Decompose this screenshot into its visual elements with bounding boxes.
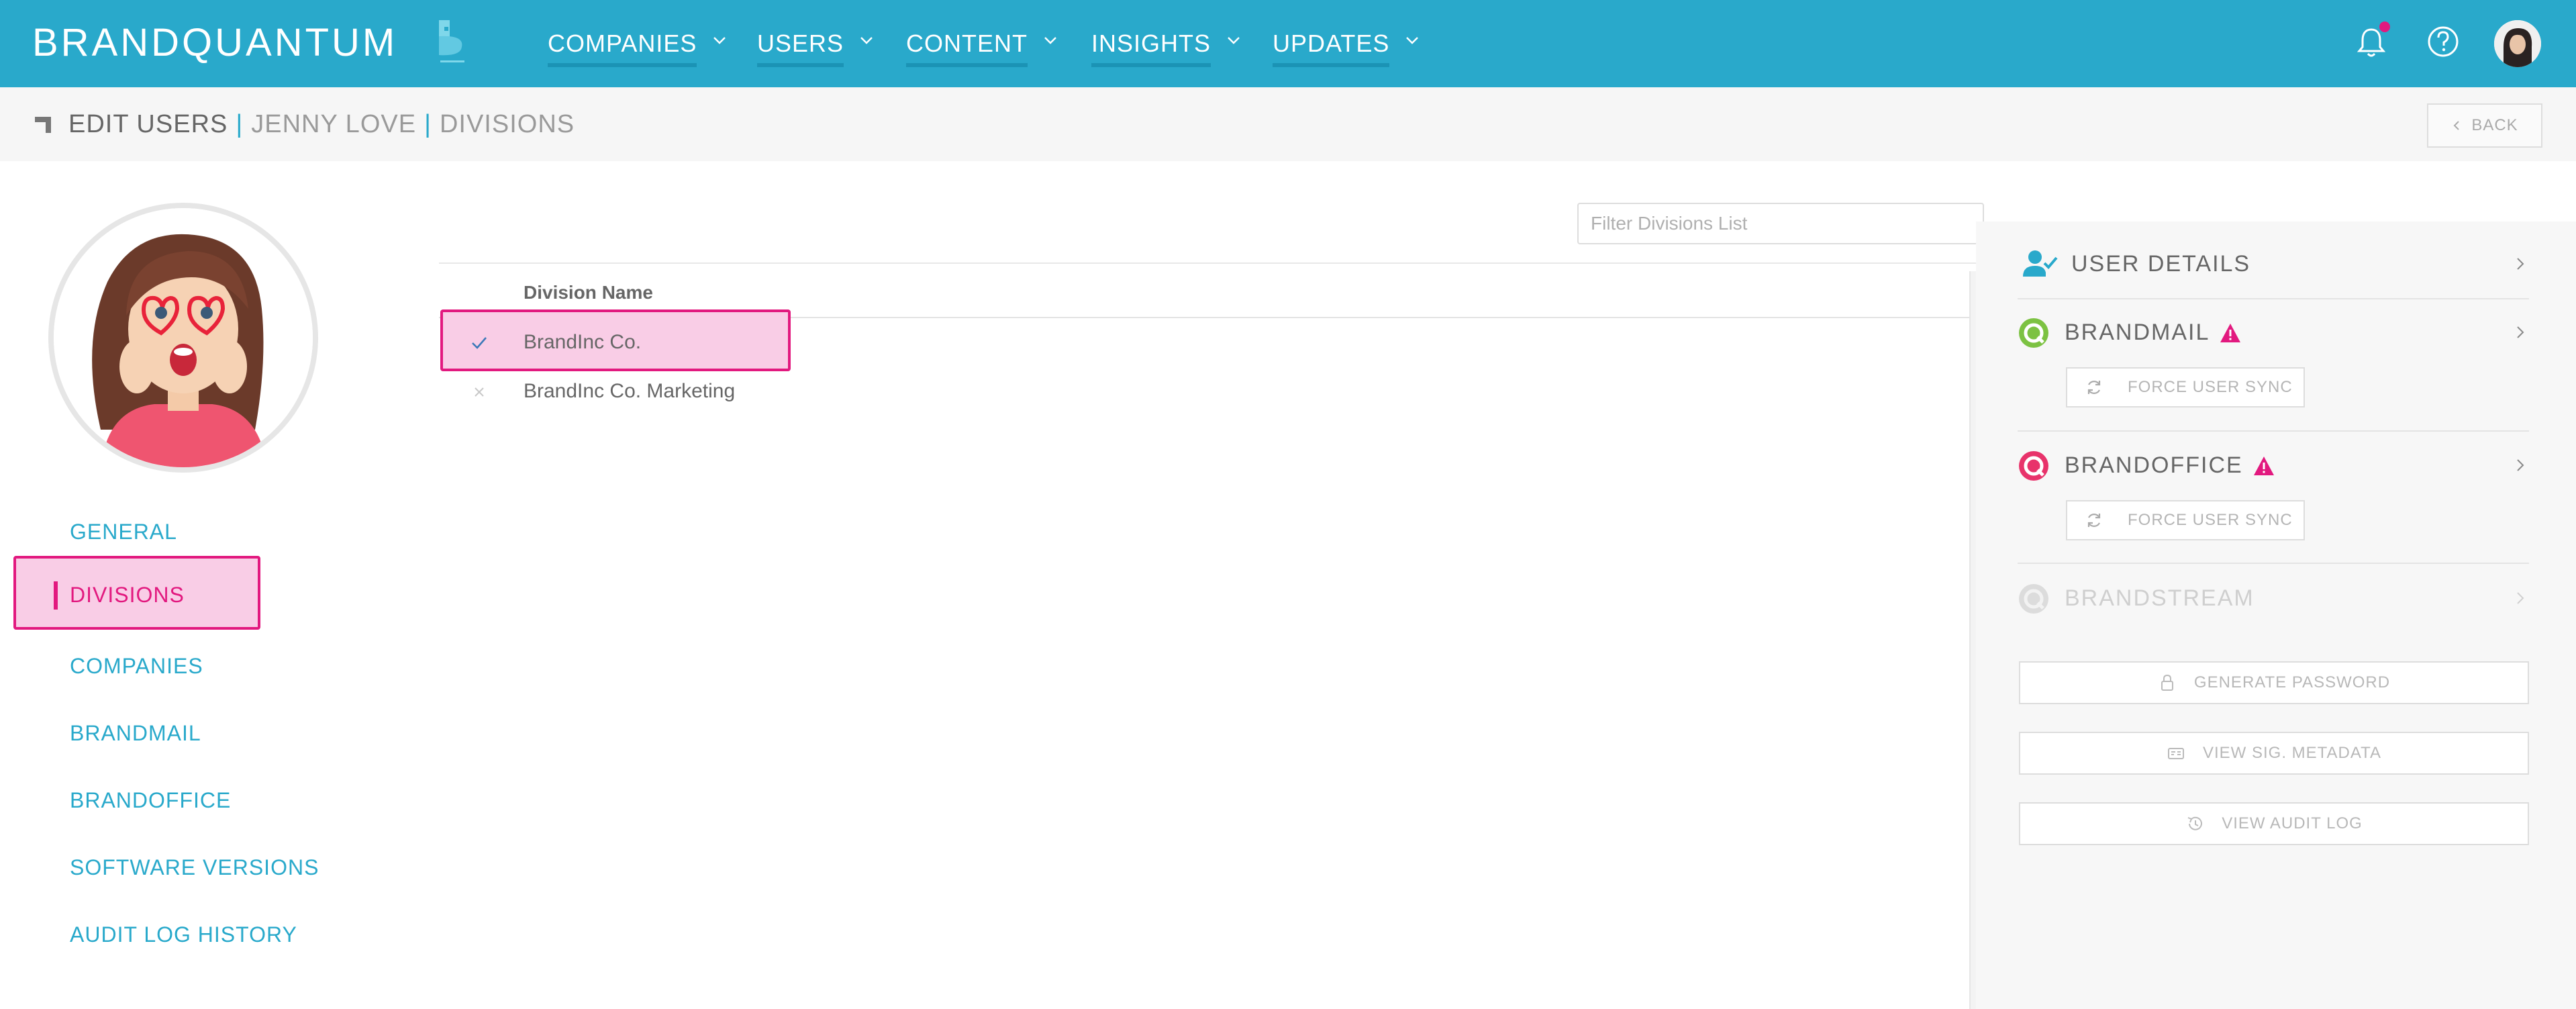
brand-logo-text[interactable]: BRANDQUANTUM	[32, 20, 397, 65]
breadcrumb-bar: EDIT USERS | JENNY LOVE | DIVISIONS BACK	[0, 87, 2576, 161]
nav-companies[interactable]: COMPANIES	[548, 30, 728, 67]
breadcrumb-user[interactable]: JENNY LOVE	[251, 110, 416, 138]
profile-avatar	[48, 203, 318, 473]
table-row[interactable]: BrandInc Co.	[439, 319, 1446, 367]
user-check-icon	[2023, 250, 2058, 277]
brandoffice-label: BRANDOFFICE	[2065, 452, 2243, 478]
view-audit-log-label: VIEW AUDIT LOG	[2222, 814, 2363, 832]
notification-dot	[2379, 21, 2390, 32]
chevron-right-icon	[2517, 459, 2524, 471]
check-icon[interactable]	[470, 334, 489, 352]
division-name: BrandInc Co. Marketing	[524, 380, 736, 402]
brandstream-icon	[2019, 584, 2048, 614]
sidebar-item-software-versions[interactable]: SOFTWARE VERSIONS	[70, 855, 319, 880]
view-audit-log-button[interactable]: VIEW AUDIT LOG	[2019, 802, 2529, 845]
avatar-photo-icon	[2494, 20, 2541, 67]
user-avatar[interactable]	[2494, 20, 2541, 67]
table-top-divider	[439, 262, 1984, 264]
breadcrumb-section[interactable]: EDIT USERS	[68, 110, 228, 138]
chevron-down-icon	[1406, 37, 1419, 44]
nav-content-label: CONTENT	[906, 30, 1028, 67]
section-divider	[2018, 298, 2529, 299]
sidebar-item-divisions-label: DIVISIONS	[70, 583, 185, 607]
force-sync-label: FORCE USER SYNC	[2128, 378, 2293, 396]
section-divider	[2018, 430, 2529, 432]
column-header-division-name[interactable]: Division Name	[524, 282, 653, 303]
division-name: BrandInc Co.	[524, 331, 642, 353]
nav-insights-label: INSIGHTS	[1091, 30, 1211, 67]
nav-updates-label: UPDATES	[1273, 30, 1390, 67]
breadcrumb-separator: |	[424, 110, 432, 138]
x-icon[interactable]	[470, 383, 489, 401]
warning-icon	[2220, 323, 2241, 342]
breadcrumb: EDIT USERS | JENNY LOVE | DIVISIONS	[68, 110, 575, 139]
chevron-right-icon	[2517, 258, 2524, 270]
force-sync-label: FORCE USER SYNC	[2128, 511, 2293, 529]
generate-password-button[interactable]: GENERATE PASSWORD	[2019, 661, 2529, 704]
brandoffice-icon	[2019, 451, 2048, 481]
nav-users-label: USERS	[757, 30, 844, 67]
brandoffice-force-sync-button[interactable]: FORCE USER SYNC	[2066, 500, 2305, 540]
brandmail-row[interactable]: BRANDMAIL	[2018, 317, 2529, 350]
nav-companies-label: COMPANIES	[548, 30, 697, 67]
lock-icon	[2161, 674, 2173, 691]
generate-password-label: GENERATE PASSWORD	[2193, 673, 2391, 691]
nav-updates[interactable]: UPDATES	[1273, 30, 1420, 67]
brandmail-icon	[2019, 318, 2048, 348]
chevron-down-icon	[1044, 37, 1056, 44]
sync-icon	[2087, 381, 2101, 394]
corner-bracket-icon	[35, 117, 51, 133]
back-button[interactable]: BACK	[2427, 103, 2542, 148]
view-sig-metadata-button[interactable]: VIEW SIG. METADATA	[2019, 732, 2529, 775]
brandmail-label: BRANDMAIL	[2065, 320, 2210, 345]
user-details-row[interactable]: USER DETAILS	[2018, 248, 2529, 282]
chevron-down-icon	[1228, 37, 1240, 44]
breadcrumb-separator: |	[236, 110, 244, 138]
breadcrumb-page: DIVISIONS	[439, 110, 575, 138]
brandstream-row[interactable]: BRANDSTREAM	[2018, 583, 2529, 616]
warning-icon	[2253, 456, 2274, 475]
nav-users[interactable]: USERS	[757, 30, 875, 67]
sidebar-item-companies[interactable]: COMPANIES	[70, 654, 203, 679]
sync-icon	[2087, 514, 2101, 527]
sidebar-item-brandmail[interactable]: BRANDMAIL	[70, 721, 201, 746]
view-sig-metadata-label: VIEW SIG. METADATA	[2202, 744, 2381, 762]
table-row[interactable]: BrandInc Co. Marketing	[439, 368, 1446, 416]
back-button-label: BACK	[2471, 116, 2518, 134]
section-divider	[2018, 563, 2529, 564]
history-icon	[2187, 816, 2203, 830]
cartoon-avatar-icon	[54, 208, 313, 467]
user-details-label: USER DETAILS	[2071, 251, 2251, 277]
active-indicator	[54, 581, 58, 610]
brand-mark-icon	[439, 20, 464, 62]
nav-insights[interactable]: INSIGHTS	[1091, 30, 1242, 67]
brandmail-force-sync-button[interactable]: FORCE USER SYNC	[2066, 367, 2305, 407]
brandoffice-row[interactable]: BRANDOFFICE	[2018, 450, 2529, 483]
chevron-right-icon	[2517, 592, 2524, 604]
sidebar-item-brandoffice[interactable]: BRANDOFFICE	[70, 788, 231, 813]
sidebar-item-divisions[interactable]: DIVISIONS	[13, 556, 260, 630]
chevron-down-icon	[713, 37, 726, 44]
nav-content[interactable]: CONTENT	[906, 30, 1058, 67]
help-icon[interactable]	[2423, 21, 2463, 62]
sidebar-item-audit-log-history[interactable]: AUDIT LOG HISTORY	[70, 922, 297, 947]
sidebar-item-general[interactable]: GENERAL	[70, 520, 177, 544]
brandoffice-title: BRANDOFFICE	[2065, 452, 2275, 479]
filter-divisions-input[interactable]	[1577, 203, 1984, 244]
brandstream-label: BRANDSTREAM	[2065, 585, 2255, 611]
chevron-right-icon	[2517, 326, 2524, 338]
brandmail-title: BRANDMAIL	[2065, 320, 2242, 346]
chevron-left-icon	[2453, 121, 2460, 130]
top-navigation-bar: BRANDQUANTUM COMPANIES USERS CONTENT INS…	[0, 0, 2576, 87]
id-card-icon	[2167, 748, 2184, 759]
chevron-down-icon	[860, 37, 873, 44]
